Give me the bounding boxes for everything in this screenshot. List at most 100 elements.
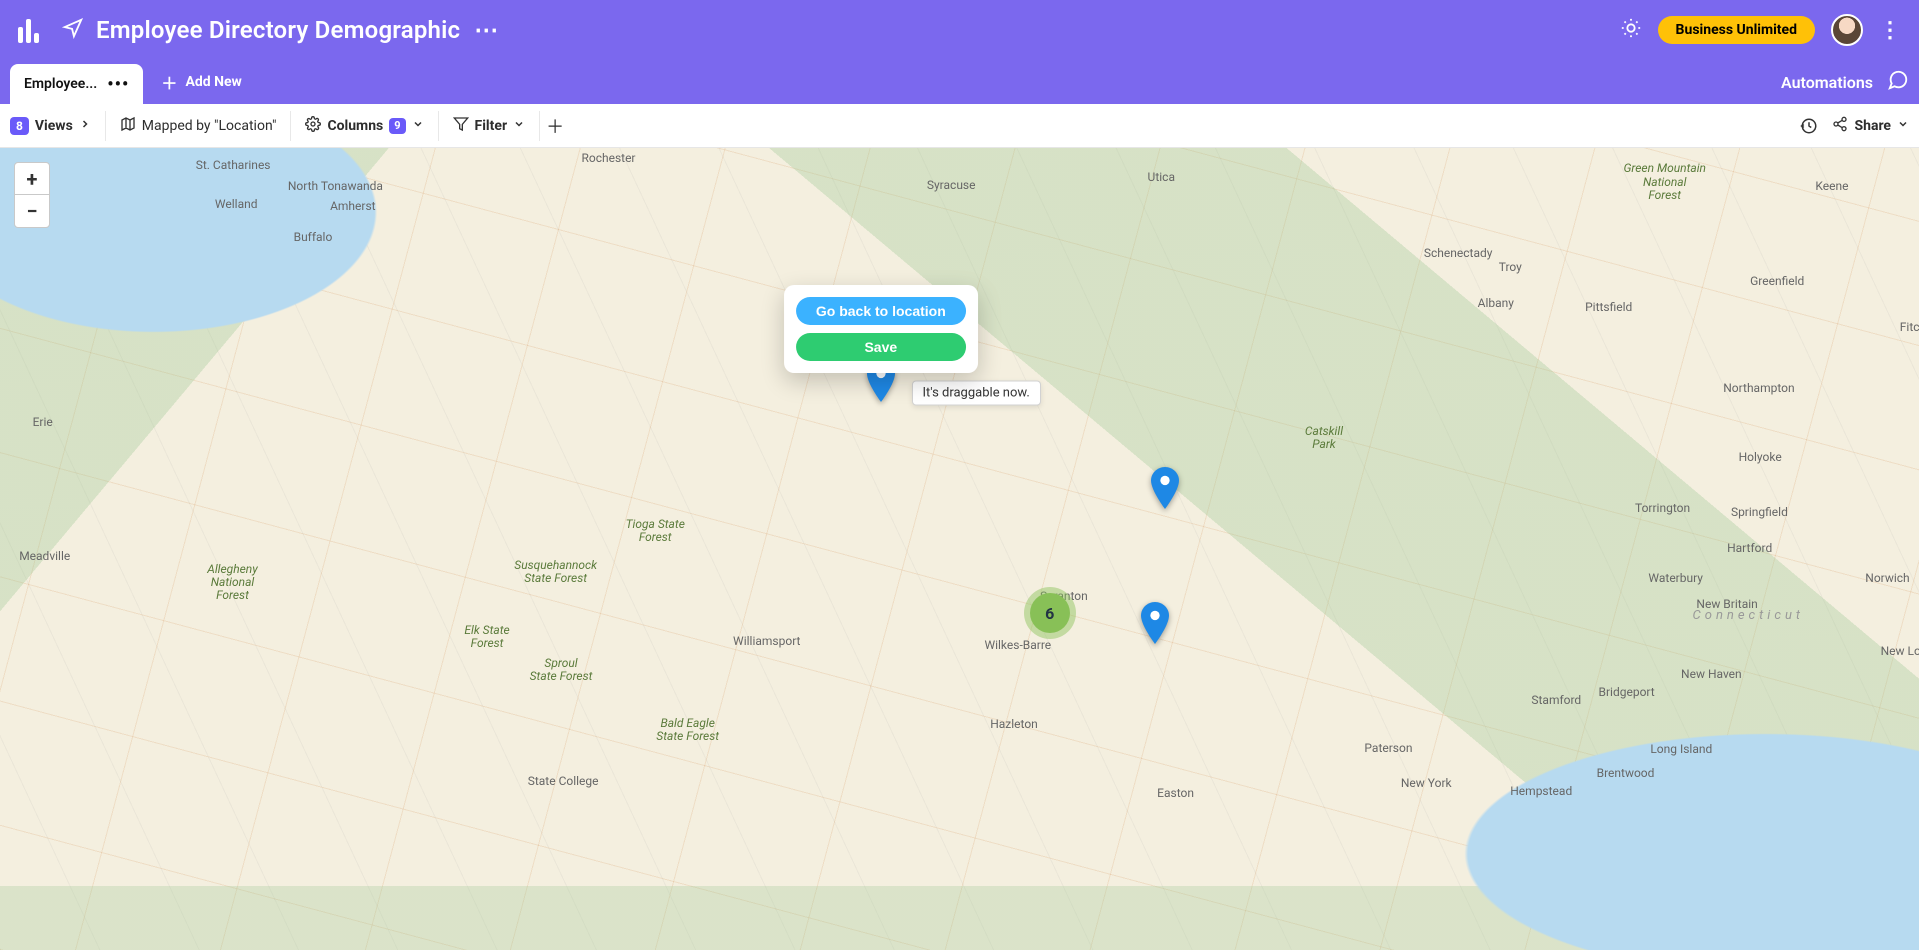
marker-tooltip: It's draggable now. — [912, 380, 1041, 405]
city-label: Meadville — [19, 549, 70, 563]
city-label: Northampton — [1723, 381, 1794, 395]
city-label: New Britain — [1696, 597, 1757, 611]
city-label: New Haven — [1681, 667, 1742, 681]
city-label: Schenectady — [1424, 246, 1493, 260]
comment-icon[interactable] — [1887, 69, 1909, 95]
forest-label: Bald EagleState Forest — [656, 717, 719, 743]
tab-bar: Employee... ••• ＋ Add New Automations — [0, 60, 1919, 104]
city-label: Wilkes-Barre — [984, 638, 1051, 652]
chevron-down-icon — [513, 118, 525, 134]
city-label: St. Catharines — [196, 158, 271, 172]
city-label: State College — [528, 774, 599, 788]
city-label: Stamford — [1531, 693, 1581, 707]
filter-label: Filter — [475, 118, 508, 134]
views-selector[interactable]: 8 Views — [10, 111, 106, 141]
city-label: Holyoke — [1739, 450, 1782, 464]
marker-popup: Go back to location Save — [784, 285, 978, 373]
city-label: Bridgeport — [1599, 685, 1655, 699]
tab-employee[interactable]: Employee... ••• — [10, 64, 143, 104]
columns-label: Columns — [327, 118, 383, 134]
city-label: Amherst — [330, 199, 376, 213]
toolbar-right: Share — [1800, 116, 1909, 136]
map-icon — [120, 116, 136, 136]
columns-count-badge: 9 — [389, 118, 405, 134]
city-label: Easton — [1157, 786, 1194, 800]
chevron-down-icon — [1897, 118, 1909, 134]
city-label: Erie — [33, 415, 53, 429]
city-label: Hazleton — [990, 717, 1038, 731]
mapped-by-selector[interactable]: Mapped by "Location" — [106, 111, 292, 141]
city-label: New London — [1881, 644, 1919, 658]
city-label: Troy — [1499, 260, 1522, 274]
gear-icon — [305, 116, 321, 136]
city-label: Buffalo — [294, 230, 333, 244]
forest-label: SproulState Forest — [530, 657, 593, 683]
map-marker[interactable] — [1140, 602, 1170, 644]
city-label: Syracuse — [927, 178, 976, 192]
forest-label: AlleghenyNationalForest — [207, 563, 257, 603]
more-vertical-icon[interactable]: ⋮ — [1879, 18, 1901, 43]
map-cluster[interactable]: 6 — [1030, 593, 1070, 633]
tabbar-right: Automations — [1781, 69, 1909, 95]
compass-icon[interactable] — [62, 17, 84, 43]
forest-label: Tioga StateForest — [626, 518, 685, 544]
zoom-in-button[interactable]: + — [15, 163, 49, 195]
columns-selector[interactable]: Columns 9 — [291, 111, 438, 141]
page-title: Employee Directory Demographic — [96, 16, 460, 44]
plus-icon: ＋ — [161, 70, 177, 94]
chevron-down-icon — [412, 118, 424, 134]
zoom-control: + − — [14, 162, 50, 228]
city-label: Welland — [215, 197, 258, 211]
city-label: Williamsport — [733, 634, 800, 648]
city-label: Springfield — [1731, 505, 1788, 519]
tab-more-icon[interactable]: ••• — [107, 74, 129, 95]
add-new-label: Add New — [185, 74, 241, 90]
city-label: Brentwood — [1597, 766, 1655, 780]
history-button[interactable] — [1800, 117, 1818, 135]
views-label: Views — [35, 118, 73, 134]
city-label: Hartford — [1727, 541, 1772, 555]
zoom-out-button[interactable]: − — [15, 195, 49, 227]
filter-selector[interactable]: Filter — [439, 111, 541, 141]
mapped-by-label: Mapped by "Location" — [142, 118, 277, 134]
tab-label: Employee... — [24, 76, 97, 92]
forest-label: Elk StateForest — [464, 624, 509, 650]
views-badge: 8 — [10, 117, 29, 135]
chevron-right-icon — [79, 118, 91, 134]
city-label: Fitch Leo — [1900, 320, 1919, 334]
forest-label: SusquehannockState Forest — [514, 559, 597, 585]
city-label: Long Island — [1650, 742, 1712, 756]
state-label: Connecticut — [1693, 608, 1804, 623]
more-horizontal-icon[interactable]: ⋯ — [474, 16, 498, 44]
go-back-button[interactable]: Go back to location — [796, 297, 966, 325]
forest-label: Green MountainNationalForest — [1623, 162, 1706, 202]
save-button[interactable]: Save — [796, 333, 966, 361]
city-label: Keene — [1815, 179, 1848, 193]
city-label: Waterbury — [1648, 571, 1703, 585]
share-button[interactable]: Share — [1832, 116, 1909, 136]
app-header: Employee Directory Demographic ⋯ Busines… — [0, 0, 1919, 60]
plan-pill[interactable]: Business Unlimited — [1658, 16, 1815, 44]
map-marker[interactable] — [1150, 467, 1180, 509]
city-label: Torrington — [1635, 501, 1690, 515]
automations-button[interactable]: Automations — [1781, 73, 1873, 92]
filter-icon — [453, 116, 469, 136]
app-logo — [18, 17, 44, 43]
avatar[interactable] — [1831, 14, 1863, 46]
forest-label: CatskillPark — [1305, 425, 1343, 451]
share-label: Share — [1854, 118, 1891, 134]
sun-icon[interactable] — [1620, 17, 1642, 43]
add-new-button[interactable]: ＋ Add New — [161, 70, 241, 94]
city-label: Paterson — [1364, 741, 1412, 755]
city-label: Utica — [1148, 170, 1175, 184]
city-label: Pittsfield — [1585, 300, 1632, 314]
city-label: Rochester — [581, 151, 635, 165]
view-toolbar: 8 Views Mapped by "Location" Columns 9 F… — [0, 104, 1919, 148]
header-right: Business Unlimited ⋮ — [1620, 14, 1901, 46]
add-tool-button[interactable]: ＋ — [540, 111, 570, 141]
city-label: New York — [1401, 776, 1452, 790]
city-label: Norwich — [1865, 571, 1909, 585]
city-label: Greenfield — [1750, 274, 1804, 288]
map-canvas[interactable]: + − St. Catharines Rochester Syracuse Utica… — [0, 148, 1919, 950]
city-label: Albany — [1478, 296, 1514, 310]
